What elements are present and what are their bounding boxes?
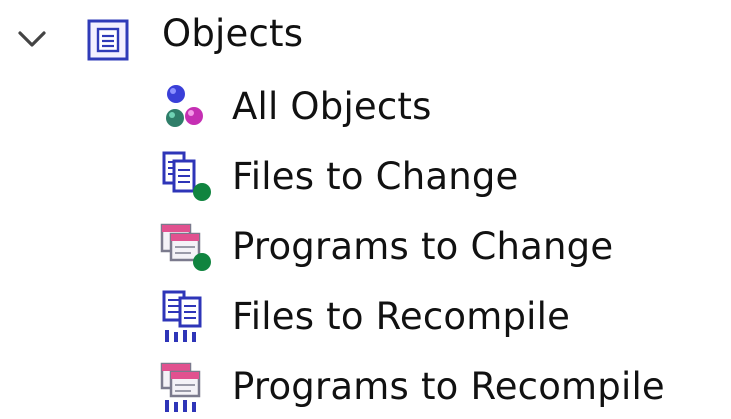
chevron-down-icon[interactable] bbox=[12, 25, 52, 55]
tree-item-files-to-recompile[interactable]: Files to Recompile bbox=[158, 286, 570, 346]
tree-item-label: Files to Recompile bbox=[232, 294, 571, 338]
objects-folder-icon bbox=[87, 19, 129, 61]
files-recompile-icon bbox=[162, 290, 202, 342]
tree-item-label: All Objects bbox=[232, 84, 432, 128]
tree-item-programs-to-recompile[interactable]: Programs to Recompile bbox=[158, 356, 665, 416]
tree-node-objects[interactable]: Objects bbox=[0, 4, 731, 64]
tree-item-label: Programs to Change bbox=[232, 224, 614, 268]
tree-node-label: Objects bbox=[162, 12, 304, 55]
all-objects-icon bbox=[166, 85, 203, 127]
programs-change-icon bbox=[160, 223, 211, 271]
tree-item-label: Programs to Recompile bbox=[232, 364, 665, 408]
tree-item-all-objects[interactable]: All Objects bbox=[158, 76, 432, 136]
files-change-icon bbox=[162, 151, 211, 201]
objects-tree: Objects All Objects Files to Change Prog… bbox=[0, 0, 731, 419]
tree-item-files-to-change[interactable]: Files to Change bbox=[158, 146, 519, 206]
programs-recompile-icon bbox=[160, 362, 201, 412]
tree-item-programs-to-change[interactable]: Programs to Change bbox=[158, 216, 613, 276]
tree-item-label: Files to Change bbox=[232, 154, 519, 198]
